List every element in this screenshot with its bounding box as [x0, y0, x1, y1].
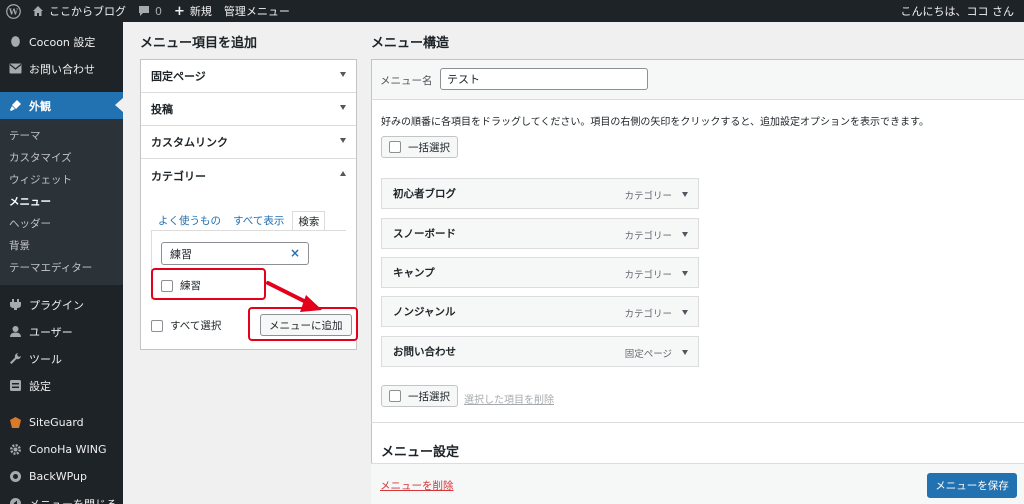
sidebar-item-settings[interactable]: 設定: [0, 372, 123, 399]
collapse-menu-button[interactable]: メニューを閉じる: [0, 490, 123, 504]
drag-instructions: 好みの順番に各項目をドラッグしてください。項目の右側の矢印をクリックすると、追加…: [381, 117, 929, 128]
menu-item-row[interactable]: ノンジャンル カテゴリー: [381, 296, 699, 327]
menu-item-title: ノンジャンル: [393, 306, 456, 318]
menu-item-type: カテゴリー: [624, 231, 672, 242]
menu-item-row[interactable]: お問い合わせ 固定ページ: [381, 336, 699, 367]
clear-search-icon[interactable]: ×: [290, 246, 300, 260]
new-content-link[interactable]: + 新規: [168, 0, 218, 22]
sidebar-item-tools[interactable]: ツール: [0, 345, 123, 372]
menu-item-row[interactable]: 初心者ブログ カテゴリー: [381, 178, 699, 209]
user-icon: [7, 324, 23, 340]
sidebar-item-appearance[interactable]: 外観: [0, 92, 123, 119]
sidebar-item-plugins[interactable]: プラグイン: [0, 291, 123, 318]
select-all-checkbox-box[interactable]: [151, 319, 163, 332]
delete-menu-link[interactable]: メニューを削除: [380, 478, 454, 493]
section-posts[interactable]: 投稿: [141, 93, 356, 126]
submenu-item[interactable]: ウィジェット: [0, 169, 123, 191]
admin-bar: W ここからブログ 0 + 新規 管理メニュー こんにちは、ココ さん: [0, 0, 1024, 22]
menu-settings-title: メニュー設定: [381, 445, 460, 460]
menu-item-title: キャンプ: [393, 267, 435, 279]
svg-text:W: W: [7, 6, 18, 16]
sidebar-item-contact[interactable]: お問い合わせ: [0, 55, 123, 82]
menu-item-type: カテゴリー: [624, 191, 672, 202]
chevron-down-icon[interactable]: [682, 271, 688, 276]
menu-structure-title: メニュー構造: [371, 36, 450, 51]
sidebar-item-conoha[interactable]: ConoHa WING: [0, 436, 123, 463]
chevron-down-icon: [340, 138, 346, 143]
remove-selected-link[interactable]: 選択した項目を削除: [464, 391, 554, 406]
menu-item-type: カテゴリー: [624, 270, 672, 281]
settings-icon: [7, 378, 23, 394]
wrench-icon: [7, 351, 23, 367]
appearance-submenu: テーマ カスタマイズ ウィジェット メニュー ヘッダー 背景 テーマエディター: [0, 119, 123, 285]
siteguard-icon: [7, 415, 23, 431]
home-icon: [32, 5, 44, 17]
gear-icon: [7, 442, 23, 458]
menu-item-title: スノーボード: [393, 228, 456, 240]
sidebar-item-users[interactable]: ユーザー: [0, 318, 123, 345]
cocoon-icon: [7, 34, 23, 50]
tab-most-used[interactable]: よく使うもの: [158, 211, 221, 231]
submenu-item[interactable]: テーマ: [0, 125, 123, 147]
admin-menu-link[interactable]: 管理メニュー: [218, 0, 296, 22]
chevron-down-icon[interactable]: [682, 350, 688, 355]
section-categories[interactable]: カテゴリー: [141, 159, 356, 192]
tab-view-all[interactable]: すべて表示: [233, 211, 284, 231]
bulk-select-top[interactable]: 一括選択: [381, 136, 458, 158]
add-menu-items-title: メニュー項目を追加: [140, 36, 258, 51]
save-menu-button[interactable]: メニューを保存: [927, 473, 1017, 498]
backwpup-icon: [7, 469, 23, 485]
chevron-down-icon: [340, 72, 346, 77]
sidebar-item-backwpup[interactable]: BackWPup: [0, 463, 123, 490]
category-tabs: よく使うもの すべて表示 検索: [158, 211, 337, 231]
admin-sidebar: Cocoon 設定 お問い合わせ 外観 テーマ カスタマイズ ウィジェット メニューヘ…: [0, 22, 123, 504]
menu-item-title: お問い合わせ: [393, 346, 456, 358]
sidebar-item-cocoon[interactable]: Cocoon 設定: [0, 28, 123, 55]
submenu-item[interactable]: カスタマイズ: [0, 147, 123, 169]
comment-icon: [138, 5, 150, 17]
plugin-icon: [7, 297, 23, 313]
submenu-item[interactable]: 背景: [0, 235, 123, 257]
select-all-checkbox[interactable]: すべて選択: [151, 318, 221, 333]
menu-name-input[interactable]: テスト: [440, 68, 648, 90]
bulk-select-checkbox[interactable]: [389, 390, 401, 402]
menu-item-title: 初心者ブログ: [393, 188, 456, 200]
chevron-down-icon[interactable]: [682, 232, 688, 237]
site-name-link[interactable]: ここからブログ: [26, 0, 132, 22]
highlight-box-result: [151, 268, 266, 300]
category-search-input[interactable]: 練習 ×: [161, 242, 309, 265]
divider: [371, 422, 1024, 423]
menu-item-type: カテゴリー: [624, 309, 672, 320]
section-custom-links[interactable]: カスタムリンク: [141, 126, 356, 159]
collapse-icon: [7, 496, 23, 504]
chevron-down-icon[interactable]: [682, 192, 688, 197]
paintbrush-icon: [7, 98, 23, 114]
mail-icon: [7, 61, 23, 77]
submenu-item[interactable]: ヘッダー: [0, 213, 123, 235]
section-pages[interactable]: 固定ページ: [141, 60, 356, 93]
menu-name-label: メニュー名: [380, 75, 433, 87]
menu-item-row[interactable]: キャンプ カテゴリー: [381, 257, 699, 288]
annotation-arrow-icon: [266, 281, 322, 312]
tab-search[interactable]: 検索: [292, 211, 326, 231]
chevron-up-icon: [340, 171, 346, 176]
submenu-item[interactable]: メニュー: [0, 191, 123, 213]
menu-item-row[interactable]: スノーボード カテゴリー: [381, 218, 699, 249]
submenu-item[interactable]: テーマエディター: [0, 257, 123, 279]
user-greeting[interactable]: こんにちは、ココ さん: [895, 0, 1024, 22]
chevron-down-icon[interactable]: [682, 310, 688, 315]
menu-item-type: 固定ページ: [624, 349, 672, 360]
comments-link[interactable]: 0: [132, 0, 168, 22]
bulk-select-bottom[interactable]: 一括選択: [381, 385, 458, 407]
chevron-down-icon: [340, 105, 346, 110]
bulk-select-checkbox[interactable]: [389, 141, 401, 153]
plus-icon: +: [174, 3, 185, 19]
wordpress-logo-icon[interactable]: W: [0, 0, 26, 22]
sidebar-item-siteguard[interactable]: SiteGuard: [0, 409, 123, 436]
